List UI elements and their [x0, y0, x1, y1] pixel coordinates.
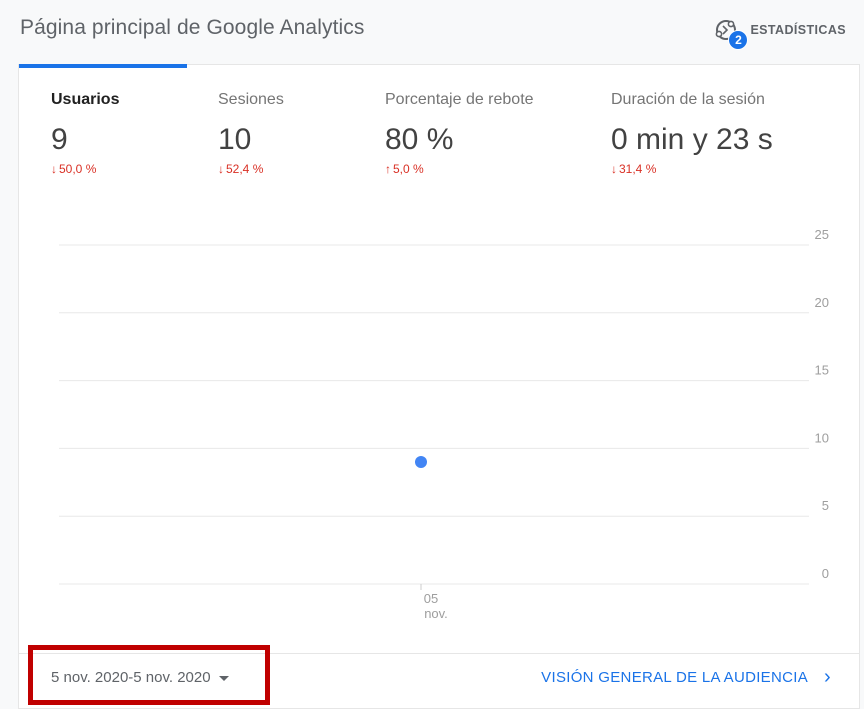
audience-overview-link[interactable]: VISIÓN GENERAL DE LA AUDIENCIA ›: [541, 666, 831, 688]
y-tick-label: 5: [822, 498, 829, 513]
y-tick-label: 25: [815, 227, 829, 242]
page-title: Página principal de Google Analytics: [20, 16, 365, 39]
analytics-card: Usuarios 9 ↓ 50,0 % Sesiones 10 ↓ 52,4 % P…: [18, 64, 860, 709]
insights-count-badge: 2: [728, 30, 749, 50]
x-tick-label-day: 05: [424, 591, 438, 606]
x-tick-label-month: nov.: [424, 606, 448, 621]
date-range-selector[interactable]: 5 nov. 2020-5 nov. 2020: [51, 669, 229, 686]
date-range-label: 5 nov. 2020-5 nov. 2020: [51, 669, 211, 686]
users-chart: 051015202505nov.: [59, 227, 829, 621]
insights-icon: 2: [714, 18, 749, 50]
footer-divider: [19, 653, 859, 654]
y-tick-label: 15: [815, 363, 829, 378]
y-tick-label: 0: [822, 566, 829, 581]
caret-down-icon: [218, 675, 229, 681]
chevron-right-icon: ›: [824, 666, 831, 688]
insights-label: ESTADÍSTICAS: [750, 23, 846, 37]
data-point[interactable]: [415, 455, 427, 468]
header: Página principal de Google Analytics 2 E…: [0, 0, 864, 62]
insights-button[interactable]: 2 ESTADÍSTICAS: [714, 18, 846, 50]
audience-overview-label: VISIÓN GENERAL DE LA AUDIENCIA: [541, 669, 809, 686]
y-tick-label: 10: [815, 430, 829, 445]
y-tick-label: 20: [815, 295, 829, 310]
